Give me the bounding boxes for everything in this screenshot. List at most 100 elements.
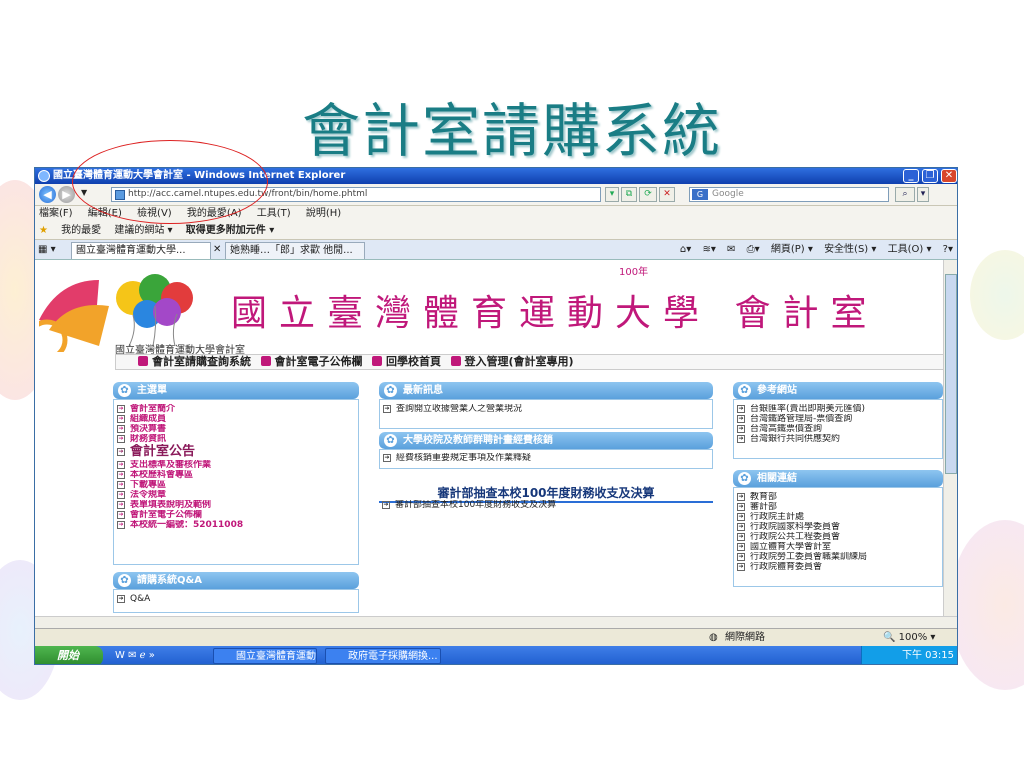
related-link[interactable]: ➔ 審計部 <box>734 502 942 512</box>
mail-icon[interactable]: ✉ <box>727 244 735 255</box>
page-content: 100年 國立臺灣體育運動大學 會計室 國立臺灣體育運動大學會計室 會計室請購查… <box>35 260 943 616</box>
compat-view-button[interactable]: ⧉ <box>621 187 637 202</box>
qa-link[interactable]: ➔ Q&A <box>114 594 358 604</box>
home-icon[interactable]: ⌂▾ <box>680 244 691 255</box>
highlight-circle <box>72 140 268 224</box>
related-link[interactable]: ➔ 行政院勞工委員會職業訓練局 <box>734 552 942 562</box>
audit-item[interactable]: ➔ 審計部抽查本校100年度財務收支及決算 <box>379 500 713 510</box>
flower-icon: ✿ <box>118 384 131 397</box>
nav-bulletin[interactable]: 會計室電子公佈欄 <box>260 355 363 368</box>
main-menu-header: ✿ 主選單 <box>113 382 359 399</box>
tab-news[interactable]: 她熟睡…「郎」求歡 他閒... <box>225 242 365 259</box>
nav-school-home[interactable]: 回學校首頁 <box>372 355 441 368</box>
flower-icon: ✿ <box>738 472 751 485</box>
nav-admin-login[interactable]: 登入管理(會計室專用) <box>450 355 574 368</box>
help-icon[interactable]: ?▾ <box>943 244 953 255</box>
quick-tabs-icon[interactable]: ▦ ▾ <box>38 240 56 260</box>
announcement-item[interactable]: ➔ 本校統一編號：52011008 <box>114 520 358 530</box>
related-link[interactable]: ➔ 行政院國家科學委員會 <box>734 522 942 532</box>
windows-taskbar: 開始 W ✉ ℯ » 國立臺灣體育運動... 政府電子採購網換... 下午 03… <box>35 646 957 664</box>
arrow-icon: ➔ <box>737 435 745 443</box>
tab-university[interactable]: 國立臺灣體育運動大學... <box>71 242 211 259</box>
tab-label: 國立臺灣體育運動大學... <box>76 245 186 256</box>
tools-menu[interactable]: 工具(O) ▾ <box>888 244 932 255</box>
taskbar-item-ppt[interactable]: 政府電子採購網換... <box>325 648 441 664</box>
menu-file[interactable]: 檔案(F) <box>39 208 73 219</box>
reference-link[interactable]: ➔ 台灣鐵路管理局-票價查詢 <box>734 414 942 424</box>
main-menu-item[interactable]: ➔ 財務資訊 <box>114 434 358 444</box>
related-link[interactable]: ➔ 行政院公共工程委員會 <box>734 532 942 542</box>
arrow-icon: ➔ <box>383 454 391 462</box>
announcement-item[interactable]: ➔ 本校歷科會專區 <box>114 470 358 480</box>
zoom-level[interactable]: 🔍 100% ▾ <box>883 629 935 647</box>
system-tray: 下午 03:15 <box>861 646 957 664</box>
search-options-button[interactable]: ▾ <box>917 187 929 202</box>
site-banner: 100年 國立臺灣體育運動大學 會計室 <box>35 260 943 352</box>
maximize-button[interactable]: ❐ <box>922 169 938 183</box>
announcement-item[interactable]: ➔ 會計室電子公佈欄 <box>114 510 358 520</box>
safety-menu[interactable]: 安全性(S) ▾ <box>824 244 876 255</box>
search-button[interactable]: ⌕ <box>895 187 915 202</box>
audit-list: ➔ 審計部抽查本校100年度財務收支及決算 <box>379 500 713 510</box>
announcement-heading: ➔ 會計室公告 <box>117 444 196 459</box>
quick-launch-icons[interactable]: W ✉ ℯ » <box>115 646 155 664</box>
back-button[interactable]: ◀ <box>39 186 56 203</box>
news-item[interactable]: ➔ 查詢開立收據營業人之營業現況 <box>380 404 712 414</box>
nav-bullet-icon <box>450 356 461 366</box>
arrow-icon: ➔ <box>117 481 125 489</box>
suggested-sites[interactable]: 建議的網站 ▾ <box>114 225 172 236</box>
related-link[interactable]: ➔ 行政院體育委員會 <box>734 562 942 572</box>
plan-item[interactable]: ➔ 經費核銷重要規定事項及作業釋疑 <box>380 453 712 463</box>
arrow-icon: ➔ <box>117 448 125 456</box>
reference-link[interactable]: ➔ 台灣銀行共同供應契約 <box>734 434 942 444</box>
main-menu-item[interactable]: ➔ 會計室簡介 <box>114 404 358 414</box>
reference-link[interactable]: ➔ 台銀匯率(賣出即期美元匯價) <box>734 404 942 414</box>
minimize-button[interactable]: _ <box>903 169 919 183</box>
main-menu-item[interactable]: ➔ 組織成員 <box>114 414 358 424</box>
nav-bullet-icon <box>372 356 382 366</box>
vertical-scrollbar[interactable] <box>943 260 957 616</box>
announcement-list: ➔ 支出標準及審核作業 ➔ 本校歷科會專區 ➔ 下載專區 ➔ 法令規章 ➔ 表單填表說明及範例 ➔ 會… <box>114 460 358 530</box>
close-button[interactable]: ✕ <box>941 169 957 183</box>
stop-button[interactable]: ✕ <box>659 187 675 202</box>
announcement-item[interactable]: ➔ 下載專區 <box>114 480 358 490</box>
scroll-thumb[interactable] <box>945 274 957 474</box>
nav-purchase-system[interactable]: 會計室請購查詢系統 <box>138 355 251 368</box>
search-input[interactable]: G Google <box>689 187 889 202</box>
menu-tools[interactable]: 工具(T) <box>257 208 291 219</box>
arrow-icon: ➔ <box>737 415 745 423</box>
favorites-bar: ★ 我的最愛 建議的網站 ▾ 取得更多附加元件 ▾ <box>35 222 957 240</box>
reference-link[interactable]: ➔ 台灣高鐵票價查詢 <box>734 424 942 434</box>
favorites-button[interactable]: 我的最愛 <box>61 225 101 236</box>
feeds-icon[interactable]: ≋▾ <box>702 244 715 255</box>
announcement-item[interactable]: ➔ 法令規章 <box>114 490 358 500</box>
clock: 下午 03:15 <box>902 650 954 661</box>
taskbar-item-ie[interactable]: 國立臺灣體育運動... <box>213 648 317 664</box>
related-link[interactable]: ➔ 國立體育大學會計室 <box>734 542 942 552</box>
decorative-bubble <box>970 250 1024 340</box>
arrow-icon: ➔ <box>737 533 745 541</box>
related-link[interactable]: ➔ 教育部 <box>734 492 942 502</box>
announcement-item[interactable]: ➔ 表單填表說明及範例 <box>114 500 358 510</box>
announcement-item[interactable]: ➔ 支出標準及審核作業 <box>114 460 358 470</box>
horizontal-scrollbar[interactable] <box>35 616 957 628</box>
arrow-icon: ➔ <box>117 461 125 469</box>
print-icon[interactable]: ⎙▾ <box>747 244 760 255</box>
url-dropdown-button[interactable]: ▾ <box>605 187 619 202</box>
main-menu-list: ➔ 會計室簡介 ➔ 組織成員 ➔ 預決算書 ➔ 財務資訊 <box>114 400 358 444</box>
page-menu[interactable]: 網頁(P) ▾ <box>771 244 813 255</box>
menu-help[interactable]: 說明(H) <box>306 208 341 219</box>
start-button[interactable]: 開始 <box>35 646 103 664</box>
arrow-icon: ➔ <box>383 405 391 413</box>
arrow-icon: ➔ <box>737 503 745 511</box>
arrow-icon: ➔ <box>737 513 745 521</box>
arrow-icon: ➔ <box>737 523 745 531</box>
google-icon: G <box>692 189 708 200</box>
related-link[interactable]: ➔ 行政院主計處 <box>734 512 942 522</box>
command-bar: ⌂▾ ≋▾ ✉ ⎙▾ 網頁(P) ▾ 安全性(S) ▾ 工具(O) ▾ ?▾ <box>672 240 953 260</box>
arrow-icon: ➔ <box>117 521 125 529</box>
close-tab-icon[interactable]: ✕ <box>213 240 221 260</box>
get-addons[interactable]: 取得更多附加元件 ▾ <box>186 225 275 236</box>
main-menu-item[interactable]: ➔ 預決算書 <box>114 424 358 434</box>
refresh-button[interactable]: ⟳ <box>639 187 657 202</box>
